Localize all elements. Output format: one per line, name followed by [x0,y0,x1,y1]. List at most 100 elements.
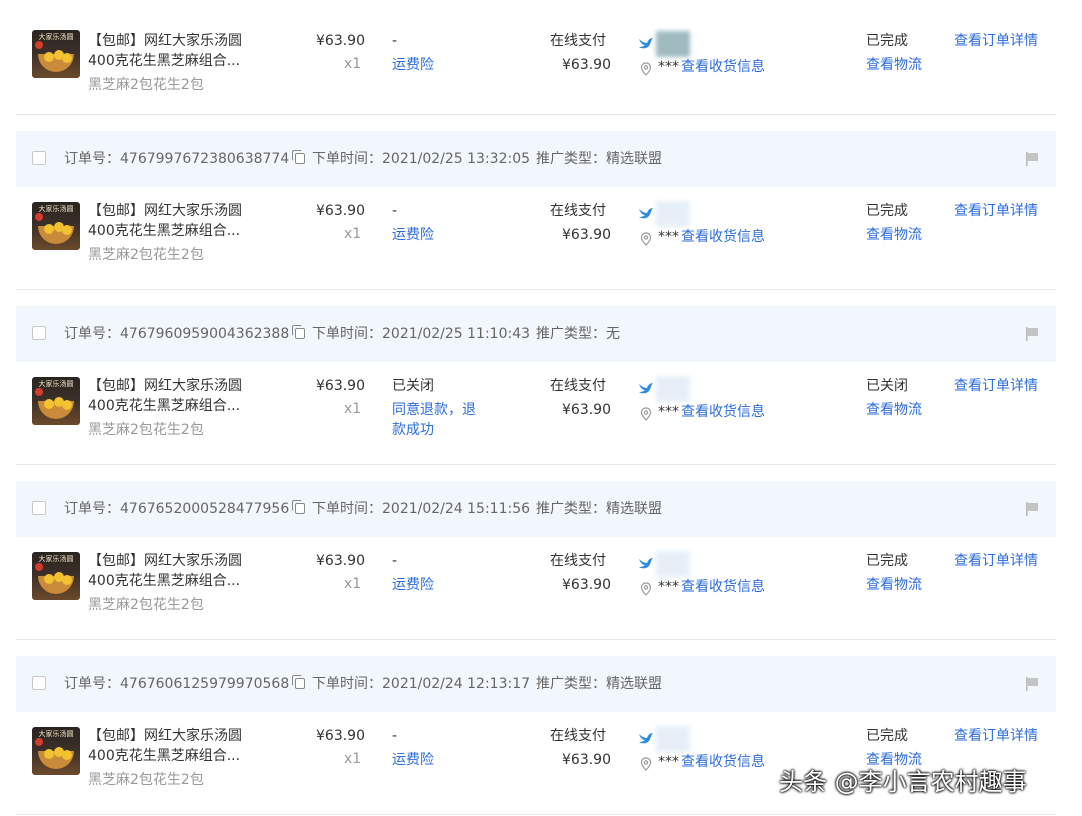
product-thumbnail[interactable]: 大家乐汤圆 [32,30,80,78]
after-sale-status: - [392,728,398,744]
product-thumbnail[interactable]: 大家乐汤圆 [32,377,80,425]
buyer-info [638,551,778,577]
promo-type: 推广类型：精选联盟 [536,501,662,517]
order-checkbox[interactable] [32,501,46,515]
order-header: 订单号：4767960959004362388 下单时间：2021/02/25 … [16,306,1056,362]
order-card: 订单号：4767960959004362388 下单时间：2021/02/25 … [16,306,1056,465]
order-gap [16,465,1056,481]
order-body: 大家乐汤圆 【包邮】网红大家乐汤圆 400克花生黑芝麻组合... 黑芝麻2包花生… [16,537,1056,640]
order-status: 已关闭 [866,378,908,394]
copy-icon[interactable] [292,150,306,164]
location-icon [640,62,652,76]
order-body: 大家乐汤圆 【包邮】网红大家乐汤圆 400克花生黑芝麻组合... 黑芝麻2包花生… [16,187,1056,290]
order-status: 已完成 [866,203,908,219]
pay-amount: ¥63.90 [562,227,611,243]
view-logistics-link[interactable]: 查看物流 [866,225,922,245]
watermark: 头条 @李小言农村趣事 [779,768,1027,796]
product-variant: 黑芝麻2包花生2包 [88,247,204,263]
order-checkbox[interactable] [32,326,46,340]
buyer-info [638,31,778,57]
product-name-line2[interactable]: 400克花生黑芝麻组合... [88,396,240,416]
bird-icon [639,208,653,219]
after-sale-link[interactable]: 运费险 [392,575,434,595]
product-name-line2[interactable]: 400克花生黑芝麻组合... [88,571,240,591]
pay-amount: ¥63.90 [562,402,611,418]
view-order-detail-link[interactable]: 查看订单详情 [954,31,1038,51]
after-sale-link[interactable]: 运费险 [392,225,434,245]
order-body: 大家乐汤圆 【包邮】网红大家乐汤圆 400克花生黑芝麻组合... 黑芝麻2包花生… [16,362,1056,465]
order-card: 订单号：4767652000528477956 下单时间：2021/02/24 … [16,481,1056,640]
masked-address: *** [658,579,679,595]
product-thumbnail[interactable]: 大家乐汤圆 [32,727,80,775]
pay-method: 在线支付 [550,33,606,49]
order-status: 已完成 [866,728,908,744]
masked-address: *** [658,754,679,770]
pay-amount: ¥63.90 [562,577,611,593]
product-price: ¥63.90 [316,553,365,569]
view-receiver-link[interactable]: 查看收货信息 [681,227,765,247]
product-name-line1[interactable]: 【包邮】网红大家乐汤圆 [88,31,242,51]
view-logistics-link[interactable]: 查看物流 [866,55,922,75]
product-name-line1[interactable]: 【包邮】网红大家乐汤圆 [88,376,242,396]
product-quantity: x1 [344,226,362,242]
view-order-detail-link[interactable]: 查看订单详情 [954,201,1038,221]
product-variant: 黑芝麻2包花生2包 [88,77,204,93]
masked-address: *** [658,59,679,75]
pay-amount: ¥63.90 [562,57,611,73]
copy-icon[interactable] [292,500,306,514]
view-receiver-link[interactable]: 查看收货信息 [681,577,765,597]
pay-method: 在线支付 [550,203,606,219]
after-sale-link[interactable]: 运费险 [392,750,434,770]
view-receiver-link[interactable]: 查看收货信息 [681,402,765,422]
product-thumbnail[interactable]: 大家乐汤圆 [32,552,80,600]
buyer-info [638,726,778,752]
flag-icon[interactable] [1024,326,1040,342]
product-name-line2[interactable]: 400克花生黑芝麻组合... [88,51,240,71]
view-receiver-link[interactable]: 查看收货信息 [681,57,765,77]
order-header: 订单号：4767606125979970568 下单时间：2021/02/24 … [16,656,1056,712]
buyer-info [638,376,778,402]
product-name-line2[interactable]: 400克花生黑芝麻组合... [88,746,240,766]
order-number: 订单号：4767997672380638774 [64,131,306,187]
after-sale-link-cont[interactable]: 款成功 [392,420,434,440]
order-checkbox[interactable] [32,151,46,165]
masked-address: *** [658,404,679,420]
view-order-detail-link[interactable]: 查看订单详情 [954,376,1038,396]
blurred-avatar [656,31,690,57]
promo-type: 推广类型：无 [536,326,620,342]
product-name-line1[interactable]: 【包邮】网红大家乐汤圆 [88,201,242,221]
location-icon [640,582,652,596]
flag-icon[interactable] [1024,151,1040,167]
order-body: 大家乐汤圆 【包邮】网红大家乐汤圆 400克花生黑芝麻组合... 黑芝麻2包花生… [16,0,1056,115]
view-logistics-link[interactable]: 查看物流 [866,575,922,595]
after-sale-status: - [392,33,398,49]
view-order-detail-link[interactable]: 查看订单详情 [954,726,1038,746]
flag-icon[interactable] [1024,501,1040,517]
promo-type: 推广类型：精选联盟 [536,151,662,167]
order-card-partial: 大家乐汤圆 【包邮】网红大家乐汤圆 400克花生黑芝麻组合... 黑芝麻2包花生… [16,0,1056,115]
view-receiver-link[interactable]: 查看收货信息 [681,752,765,772]
product-name-line1[interactable]: 【包邮】网红大家乐汤圆 [88,726,242,746]
order-time: 下单时间：2021/02/24 15:11:56 [312,501,531,517]
masked-address: *** [658,229,679,245]
freight-insurance-link[interactable]: 运费险 [392,55,434,75]
product-quantity: x1 [344,56,362,72]
pay-method: 在线支付 [550,378,606,394]
order-number: 订单号：4767606125979970568 [64,656,306,712]
product-quantity: x1 [344,576,362,592]
product-thumbnail[interactable]: 大家乐汤圆 [32,202,80,250]
product-variant: 黑芝麻2包花生2包 [88,772,204,788]
bird-icon [639,733,653,744]
flag-icon[interactable] [1024,676,1040,692]
after-sale-link[interactable]: 同意退款，退 [392,400,476,420]
product-name-line2[interactable]: 400克花生黑芝麻组合... [88,221,240,241]
copy-icon[interactable] [292,325,306,339]
after-sale-status: 已关闭 [392,378,434,394]
copy-icon[interactable] [292,675,306,689]
view-logistics-link[interactable]: 查看物流 [866,400,922,420]
product-name-line1[interactable]: 【包邮】网红大家乐汤圆 [88,551,242,571]
pay-method: 在线支付 [550,553,606,569]
view-order-detail-link[interactable]: 查看订单详情 [954,551,1038,571]
order-checkbox[interactable] [32,676,46,690]
after-sale-status: - [392,553,398,569]
